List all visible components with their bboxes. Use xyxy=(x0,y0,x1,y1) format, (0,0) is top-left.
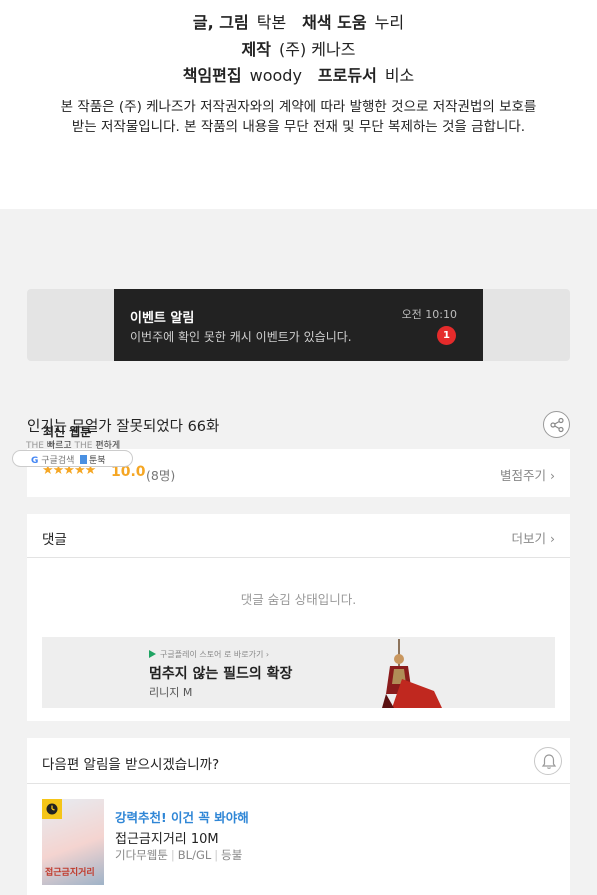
producer-value: 비소 xyxy=(384,66,415,85)
ad-brand: 리니지 M xyxy=(149,686,193,699)
production-value: (주) 케나즈 xyxy=(279,40,356,59)
recommend-tag: 강력추천! 이건 꼭 봐야해 xyxy=(115,810,249,825)
event-banner[interactable]: 이벤트 알림 이번주에 확인 못한 캐시 이벤트가 있습니다. 오전 10:10… xyxy=(27,289,570,361)
event-description: 이번주에 확인 못한 캐시 이벤트가 있습니다. xyxy=(130,330,352,344)
event-time: 오전 10:10 xyxy=(401,308,457,321)
google-search-label: 구글검색 xyxy=(41,456,75,466)
toonbook-link[interactable]: 툰북 xyxy=(80,453,106,466)
wait-free-badge xyxy=(42,799,62,819)
book-icon xyxy=(80,455,87,464)
color-label: 채색 도움 xyxy=(302,13,367,32)
recommend-meta: 기다무웹툰 | BL/GL | 등불 xyxy=(115,848,243,862)
production-label: 제작 xyxy=(241,40,271,59)
copyright-notice-line2: 받는 저작물입니다. 본 작품의 내용을 무단 전재 및 무단 복제하는 것을 … xyxy=(71,119,526,135)
google-icon: G xyxy=(31,456,39,466)
credit-line-editor: 책임편집 woody 프로듀서 비소 xyxy=(0,62,597,86)
notify-title: 다음편 알림을 받으시겠습니까? xyxy=(42,757,220,773)
color-value: 누리 xyxy=(374,13,405,32)
comments-header: 댓글 더보기 › xyxy=(27,514,570,558)
credits-section: 글, 그림 탁본 채색 도움 누리 제작 (주) 케나즈 책임편집 woody 프로듀서 비소… xyxy=(0,0,597,209)
ad-headline: 멈추지 않는 필드의 확장 xyxy=(149,666,293,682)
comments-hidden-message: 댓글 숨김 상태입니다. xyxy=(240,592,357,607)
recommend-status: 등불 xyxy=(221,848,243,862)
floating-search-widget[interactable]: 최신 웹툰 THE 빠르고 THE 편하게 G 구글검색 툰북 xyxy=(12,421,136,469)
comments-more-button[interactable]: 더보기 › xyxy=(512,528,555,547)
producer-label: 프로듀서 xyxy=(317,66,377,85)
editor-value: woody xyxy=(249,66,302,85)
recommend-genre: BL/GL xyxy=(177,848,212,862)
share-icon xyxy=(550,417,564,433)
event-notification[interactable]: 이벤트 알림 이번주에 확인 못한 캐시 이벤트가 있습니다. 오전 10:10… xyxy=(114,289,483,361)
ad-warrior-image xyxy=(382,639,442,708)
art-value: 탁본 xyxy=(256,13,287,32)
rating-count: (8명) xyxy=(146,468,176,483)
comments-title: 댓글 xyxy=(42,532,67,548)
thumbnail-title: 접근금지거리 xyxy=(45,868,95,878)
comments-card: 댓글 더보기 › 댓글 숨김 상태입니다. 구글플레이 스토어 로 바로가기 ›… xyxy=(27,514,570,721)
event-title: 이벤트 알림 xyxy=(130,311,195,326)
event-count-badge: 1 xyxy=(437,326,456,345)
bell-icon xyxy=(541,754,557,769)
clock-icon xyxy=(46,803,58,815)
ad-banner[interactable]: 구글플레이 스토어 로 바로가기 › 멈추지 않는 필드의 확장 리니지 M xyxy=(42,637,555,708)
next-episode-notify-card: 다음편 알림을 받으시겠습니까? 접근금지거리 강력추천! 이건 꼭 봐야해 접… xyxy=(27,738,570,895)
notify-header: 다음편 알림을 받으시겠습니까? xyxy=(27,738,570,784)
toonbook-label: 툰북 xyxy=(89,456,106,466)
ad-store-label: 구글플레이 스토어 로 바로가기 › xyxy=(160,650,270,659)
credit-line-art: 글, 그림 탁본 채색 도움 누리 xyxy=(0,9,597,33)
recommend-title[interactable]: 접근금지거리 10M xyxy=(115,828,219,847)
notify-bell-button[interactable] xyxy=(534,747,562,775)
copyright-notice-line1: 본 작품은 (주) 케나즈가 저작권자와의 계약에 따라 발행한 것으로 저작권… xyxy=(60,99,537,115)
recommend-author: 기다무웹툰 xyxy=(115,848,168,862)
google-search-link[interactable]: G 구글검색 xyxy=(31,453,74,466)
ad-store-link[interactable]: 구글플레이 스토어 로 바로가기 › xyxy=(149,649,269,660)
rate-button[interactable]: 별점주기 › xyxy=(500,465,555,484)
editor-label: 책임편집 xyxy=(182,66,242,85)
recommend-thumbnail[interactable]: 접근금지거리 xyxy=(42,799,104,885)
widget-pill[interactable]: G 구글검색 툰북 xyxy=(12,450,133,467)
art-label: 글, 그림 xyxy=(192,13,249,32)
credit-line-production: 제작 (주) 케나즈 xyxy=(0,36,597,60)
play-store-icon xyxy=(149,650,156,658)
share-button[interactable] xyxy=(543,411,570,438)
